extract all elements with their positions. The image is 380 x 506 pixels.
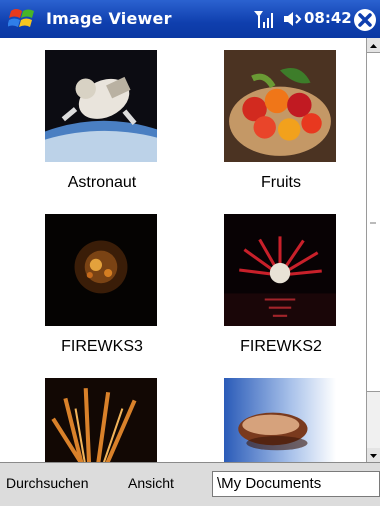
thumbnail-label: Fruits — [261, 174, 301, 191]
menu-browse[interactable]: Durchsuchen — [6, 475, 89, 491]
thumbnail-label: FIREWKS3 — [61, 338, 143, 355]
astronaut-thumbnail[interactable] — [45, 50, 157, 162]
scroll-down-arrow-icon[interactable] — [367, 448, 380, 462]
thumbnail-label: Astronaut — [67, 174, 137, 191]
scroll-up-arrow-icon[interactable] — [367, 38, 380, 52]
title-bar: Image Viewer 08:42 — [0, 0, 380, 38]
signal-strength-icon[interactable] — [253, 9, 275, 29]
firework-thumbnail[interactable] — [224, 214, 336, 326]
firework-thumbnail[interactable] — [45, 214, 157, 326]
fruits-thumbnail[interactable] — [224, 50, 336, 162]
shell-thumbnail[interactable] — [224, 378, 336, 462]
menu-view[interactable]: Ansicht — [128, 475, 174, 491]
clock[interactable]: 08:42 — [304, 9, 352, 27]
windows-start-icon[interactable] — [8, 5, 38, 33]
close-icon[interactable] — [353, 8, 377, 32]
folder-path-field[interactable]: \My Documents — [212, 471, 380, 497]
thumbnail-label: FIREWKS2 — [240, 338, 322, 355]
menu-bar: Durchsuchen Ansicht \My Documents — [0, 462, 380, 506]
app-title: Image Viewer — [46, 9, 172, 28]
firework-thumbnail[interactable] — [45, 378, 157, 462]
thumbnail-grid: Astronaut Fruits FIREWKS3 FIREWKS2 — [0, 38, 366, 462]
volume-icon[interactable] — [282, 10, 302, 28]
vertical-scrollbar[interactable] — [366, 38, 380, 462]
scroll-thumb[interactable] — [367, 52, 380, 392]
